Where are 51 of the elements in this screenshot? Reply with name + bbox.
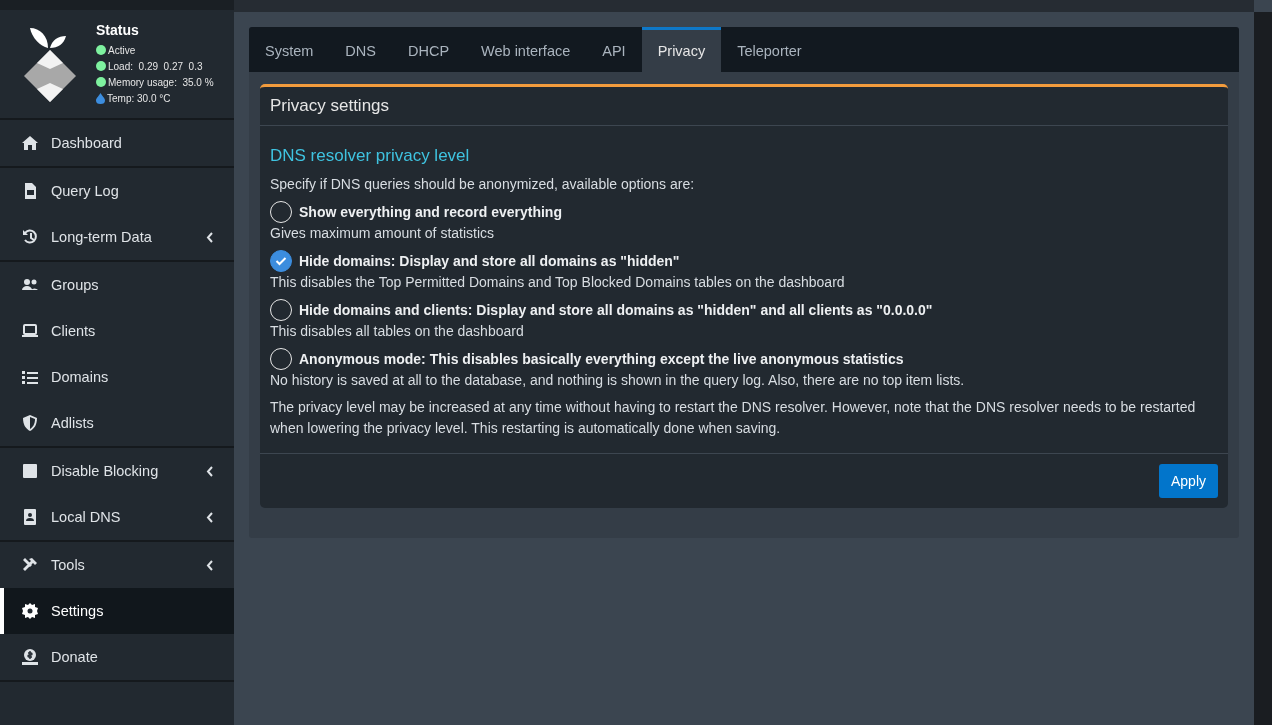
tab[interactable]: API [586,27,642,72]
sidebar-item[interactable]: Clients [0,308,234,354]
status-text: Memory usage: 35.0 % [108,76,214,88]
sidebar-item[interactable]: Dashboard [0,120,234,166]
tab[interactable]: Teleporter [721,27,818,72]
sidebar-item[interactable]: Disable Blocking [0,448,234,494]
tools-icon [22,557,38,573]
note-text: The privacy level may be increased at any time without having to restart the DNS resolver. However, note that the DNS resolver needs to be restarted when lowering the privacy level. This restarting is automatically done when saving. [270,398,1197,438]
status-text: Load: 0.29 0.27 0.3 [108,60,203,72]
users-icon [22,277,38,293]
tab[interactable]: System [249,27,330,72]
intro-text: Specify if DNS queries should be anonymized, available options are: [270,176,696,192]
tab[interactable]: Web interface [465,27,587,72]
status-text: Temp: 30.0 °C [107,92,171,104]
option-description: This disables the Top Permitted Domains and Top Blocked Domains tables on the dashboard [270,274,846,290]
sidebar-item[interactable]: Donate [0,634,234,680]
option-description: Gives maximum amount of statistics [270,225,496,241]
sidebar-item[interactable]: Long-term Data [0,214,234,260]
radio-button[interactable] [270,250,292,272]
option-description: This disables all tables on the dashboard [270,323,525,339]
gear-icon [22,603,38,619]
apply-button[interactable]: Apply [1158,464,1218,498]
section-title: DNS resolver privacy level [270,146,471,166]
tab[interactable]: DHCP [391,27,466,72]
sidebar-item[interactable]: Local DNS [0,494,234,540]
square-icon [22,463,38,479]
check-icon [275,256,287,266]
status-text: Active [108,44,136,56]
status-title: Status [96,22,140,38]
contact-book-icon [22,509,38,525]
option-label: Show everything and record everything [299,204,562,220]
shield-icon [22,415,38,431]
option-label: Hide domains: Display and store all domains as "hidden" [299,253,680,269]
document-icon [22,183,38,199]
sidebar-item[interactable]: Tools [0,542,234,588]
tab[interactable]: Privacy [641,27,722,72]
sidebar-item[interactable]: Domains [0,354,234,400]
card-title: Privacy settings [260,87,1228,126]
history-icon [22,229,38,245]
tab[interactable]: DNS [329,27,392,72]
option-label: Hide domains and clients: Display and store all domains as "hidden" and all clients as "0.0.0.0" [299,302,933,318]
laptop-icon [22,323,38,339]
dollar-coin-icon [22,649,38,665]
house-icon [22,135,38,151]
option-label: Anonymous mode: This disables basically everything except the live anonymous statistics [299,351,904,367]
option-description: No history is saved at all to the database, and nothing is shown in the query log. Also, there are no top item lists. [270,372,966,388]
list-icon [22,369,38,385]
sidebar-item[interactable]: Settings [0,588,234,634]
sidebar-item[interactable]: Query Log [0,168,234,214]
sidebar-item[interactable]: Groups [0,262,234,308]
sidebar-item[interactable]: Adlists [0,400,234,446]
